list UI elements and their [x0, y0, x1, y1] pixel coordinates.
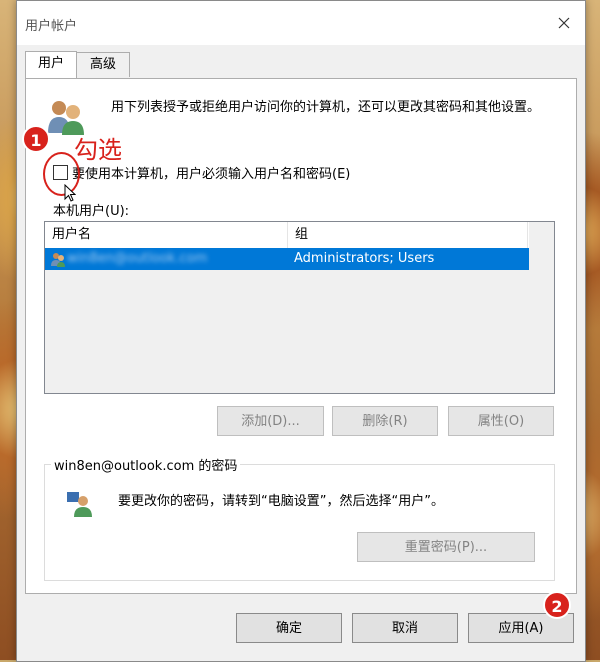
- properties-button[interactable]: 属性(O): [448, 406, 554, 436]
- close-icon[interactable]: [553, 12, 575, 34]
- table-row[interactable]: win8en@outlook.com Administrators; Users: [45, 248, 529, 270]
- column-header-username[interactable]: 用户名: [45, 222, 288, 248]
- list-empty-strip: [529, 222, 553, 391]
- reset-password-button[interactable]: 重置密码(P)...: [357, 532, 535, 562]
- list-header: 用户名 组: [45, 222, 529, 249]
- cancel-button[interactable]: 取消: [352, 613, 458, 643]
- intro-text: 用下列表授予或拒绝用户访问你的计算机，还可以更改其密码和其他设置。: [111, 100, 541, 115]
- dialog-title: 用户帐户: [25, 19, 78, 34]
- tab-advanced[interactable]: 高级: [76, 52, 130, 77]
- step-2-badge: 2: [543, 591, 571, 619]
- user-row-group: Administrators; Users: [294, 251, 435, 266]
- step-1-badge: 1: [22, 125, 50, 153]
- local-users-label: 本机用户(U):: [53, 204, 130, 219]
- title-bar: 用户帐户: [17, 1, 585, 45]
- annotation-check-hint: 勾选: [74, 136, 122, 164]
- password-group-title: win8en@outlook.com 的密码: [51, 455, 241, 474]
- user-accounts-dialog: 用户帐户 用户 高级 用下列表授予或拒绝用户访问你的计算机，还可以更改其密码和其…: [16, 0, 586, 662]
- user-row-icon: [50, 251, 66, 271]
- users-list[interactable]: 用户名 组 win8en@outlook.com Administrators;…: [44, 221, 555, 394]
- column-header-group[interactable]: 组: [288, 222, 528, 248]
- password-groupbox: win8en@outlook.com 的密码 要更改你的密码，请转到“电脑设置”…: [44, 455, 555, 581]
- user-key-icon: [65, 489, 95, 523]
- tab-users[interactable]: 用户: [25, 51, 77, 78]
- user-row-username: win8en@outlook.com: [67, 251, 208, 266]
- require-login-label[interactable]: 要使用本计算机，用户必须输入用户名和密码(E): [72, 163, 350, 182]
- remove-user-button[interactable]: 删除(R): [332, 406, 438, 436]
- add-user-button[interactable]: 添加(D)...: [217, 406, 324, 436]
- password-group-text: 要更改你的密码，请转到“电脑设置”，然后选择“用户”。: [118, 494, 444, 509]
- ok-button[interactable]: 确定: [236, 613, 342, 643]
